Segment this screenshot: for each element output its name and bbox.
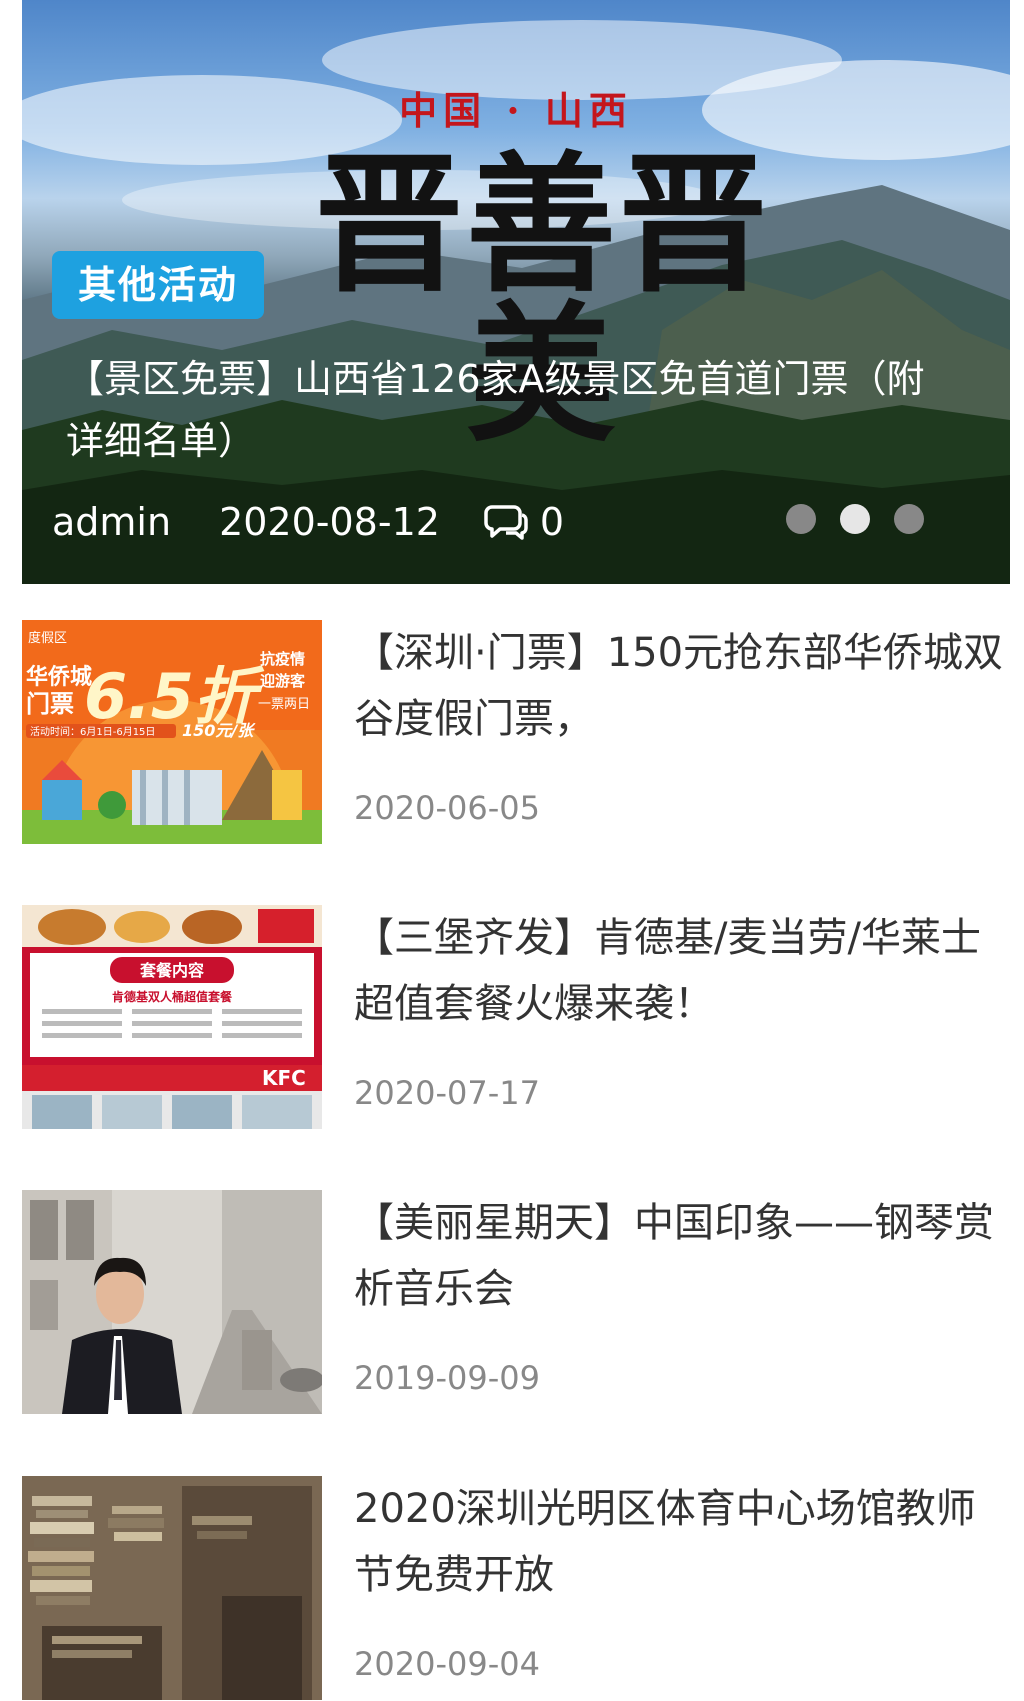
post-title[interactable]: 【深圳·门票】150元抢东部华侨城双谷度假门票， xyxy=(354,620,1014,752)
comment-count: 0 xyxy=(539,500,565,544)
post-date: 2020-06-05 xyxy=(354,789,540,827)
kfc-header: 套餐内容 xyxy=(139,961,204,980)
kfc-subheader: 肯德基双人桶超值套餐 xyxy=(112,989,233,1004)
post-title[interactable]: 【三堡齐发】肯德基/麦当劳/华莱士 超值套餐火爆来袭！ xyxy=(354,905,1014,1037)
slider-dot-3[interactable] xyxy=(894,504,924,534)
slider-dot-1[interactable] xyxy=(786,504,816,534)
post-title[interactable]: 2020深圳光明区体育中心场馆教师节免费开放 xyxy=(354,1476,1014,1608)
slide-meta: admin 2020-08-12 0 xyxy=(52,496,564,548)
page: 中国 · 山西 晋善晋美 其他活动 【景区免票】山西省126家A级景区免首道门票… xyxy=(0,0,1024,1701)
slider-pagination xyxy=(786,504,924,534)
kfc-store-sign: KFC xyxy=(262,1066,306,1090)
list-item[interactable]: 【美丽星期天】中国印象——钢琴赏析音乐会 2019-09-09 xyxy=(22,1190,1010,1414)
books-thumbnail-image xyxy=(22,1476,322,1700)
post-thumbnail[interactable] xyxy=(22,1476,322,1700)
author-name: admin xyxy=(52,500,172,544)
promo-right-line-3: 一票两日 xyxy=(258,697,310,712)
post-date: 2019-09-09 xyxy=(354,1359,540,1397)
promo-left-line-1: 华侨城 xyxy=(26,664,92,690)
list-item[interactable]: 套餐内容 肯德基双人桶超值套餐 KFC 【三堡齐发】肯德基/麦当劳/华莱士 超值… xyxy=(22,905,1010,1129)
list-item[interactable]: 度假区 华侨城 门票 6.5折 抗疫情 迎游客 一票两日 活动时间：6月1日-6… xyxy=(22,620,1010,844)
slide-title[interactable]: 【景区免票】山西省126家A级景区免首道门票（附详细名单） xyxy=(66,348,946,472)
post-thumbnail[interactable]: 度假区 华侨城 门票 6.5折 抗疫情 迎游客 一票两日 活动时间：6月1日-6… xyxy=(22,620,322,844)
promo-price: 150元/张 xyxy=(182,721,256,740)
promo-right-line-1: 抗疫情 xyxy=(260,650,305,668)
slider-dot-2[interactable] xyxy=(840,504,870,534)
promo-top-left: 度假区 xyxy=(28,630,67,646)
portrait-thumbnail-image xyxy=(22,1190,322,1414)
publish-date: 2020-08-12 xyxy=(219,500,440,544)
post-thumbnail[interactable] xyxy=(22,1190,322,1414)
promo-left-line-2: 门票 xyxy=(26,690,74,718)
post-thumbnail[interactable]: 套餐内容 肯德基双人桶超值套餐 KFC xyxy=(22,905,322,1129)
kfc-thumbnail-image: 套餐内容 肯德基双人桶超值套餐 KFC xyxy=(22,905,322,1129)
post-title[interactable]: 【美丽星期天】中国印象——钢琴赏析音乐会 xyxy=(354,1190,1014,1322)
comment-bubble-icon xyxy=(484,505,528,540)
banner-kicker: 中国 · 山西 xyxy=(399,88,633,133)
category-tag[interactable]: 其他活动 xyxy=(52,251,265,319)
list-item[interactable]: 2020深圳光明区体育中心场馆教师节免费开放 2020-09-04 xyxy=(22,1476,1010,1700)
promo-strip: 活动时间：6月1日-6月15日 xyxy=(30,725,155,738)
post-date: 2020-07-17 xyxy=(354,1074,540,1112)
hero-slider[interactable]: 中国 · 山西 晋善晋美 其他活动 【景区免票】山西省126家A级景区免首道门票… xyxy=(22,0,1010,584)
post-date: 2020-09-04 xyxy=(354,1645,540,1683)
promo-thumbnail-image: 度假区 华侨城 门票 6.5折 抗疫情 迎游客 一票两日 活动时间：6月1日-6… xyxy=(22,620,322,844)
promo-right-line-2: 迎游客 xyxy=(260,672,306,690)
